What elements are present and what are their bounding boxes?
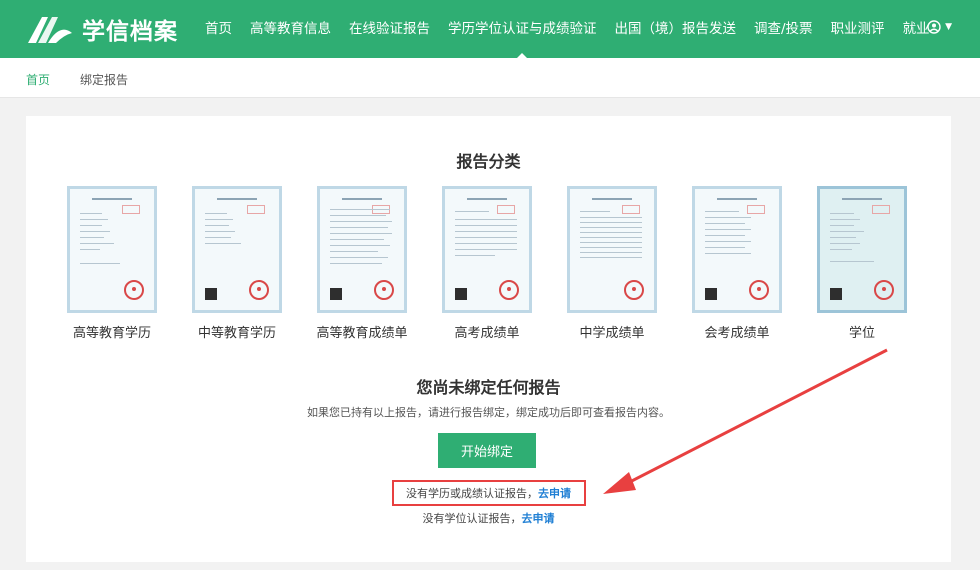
report-label: 高等教育成绩单: [316, 326, 408, 341]
breadcrumb: 首页 绑定报告: [0, 58, 980, 98]
report-higher-education-transcript[interactable]: 高等教育成绩单: [299, 186, 425, 341]
nav-survey-vote[interactable]: 调查/投票: [745, 0, 822, 58]
report-thumbnail: [192, 186, 282, 313]
logo[interactable]: 学信档案: [26, 12, 178, 46]
main-nav: 首页 高等教育信息 在线验证报告 学历学位认证与成绩验证 出国（境）报告发送 调…: [196, 0, 939, 59]
nav-home[interactable]: 首页: [196, 0, 241, 58]
report-thumbnail: [817, 186, 907, 313]
report-thumbnail: [67, 186, 157, 313]
report-thumbnail: [692, 186, 782, 313]
breadcrumb-current: 绑定报告: [80, 73, 129, 87]
nav-higher-education-info[interactable]: 高等教育信息: [241, 0, 340, 58]
report-gaokao-transcript[interactable]: 高考成绩单: [424, 186, 550, 341]
logo-text: 学信档案: [82, 19, 178, 45]
user-icon: [927, 20, 941, 34]
logo-icon: [28, 17, 72, 43]
apply-degree-row: 没有学位认证报告，去申请: [26, 510, 951, 526]
report-label: 学位: [848, 326, 875, 341]
report-label: 会考成绩单: [704, 326, 770, 341]
report-label: 高考成绩单: [454, 326, 520, 341]
report-middle-school-transcript[interactable]: 中学成绩单: [549, 186, 675, 341]
report-secondary-education-diploma[interactable]: 中等教育学历: [174, 186, 300, 341]
nav-online-verification[interactable]: 在线验证报告: [340, 0, 439, 58]
report-label: 中学成绩单: [579, 326, 645, 341]
chevron-down-icon: ▼: [945, 22, 952, 32]
apply-degree-link[interactable]: 去申请: [522, 512, 555, 525]
top-navbar: 学信档案 首页 高等教育信息 在线验证报告 学历学位认证与成绩验证 出国（境）报…: [0, 0, 980, 59]
report-thumbnail: [442, 186, 532, 313]
empty-state-description: 如果您已持有以上报告，请进行报告绑定，绑定成功后即可查看报告内容。: [307, 406, 670, 419]
breadcrumb-home[interactable]: 首页: [26, 71, 50, 88]
report-huikao-transcript[interactable]: 会考成绩单: [674, 186, 800, 341]
nav-overseas-report[interactable]: 出国（境）报告发送: [606, 0, 746, 58]
empty-state-title: 您尚未绑定任何报告: [416, 378, 561, 397]
annotation-highlight-box: [392, 480, 586, 506]
report-label: 中等教育学历: [197, 326, 276, 341]
bind-report-card: 报告分类 高等教育学历 中等教育学历 高等教育成绩单 高考成绩单 中学成绩单 会…: [26, 116, 951, 562]
report-degree[interactable]: 学位: [799, 186, 925, 341]
report-label: 高等教育学历: [72, 326, 151, 341]
user-menu[interactable]: ▼: [927, 20, 952, 34]
apply-degree-text: 没有学位认证报告，: [422, 512, 522, 525]
report-thumbnail: [567, 186, 657, 313]
section-title: 报告分类: [456, 152, 521, 171]
start-binding-button[interactable]: 开始绑定: [438, 433, 536, 468]
report-higher-education-diploma[interactable]: 高等教育学历: [49, 186, 175, 341]
report-thumbnail: [317, 186, 407, 313]
nav-degree-certification[interactable]: 学历学位认证与成绩验证: [439, 0, 606, 59]
nav-career-assessment[interactable]: 职业测评: [822, 0, 894, 58]
